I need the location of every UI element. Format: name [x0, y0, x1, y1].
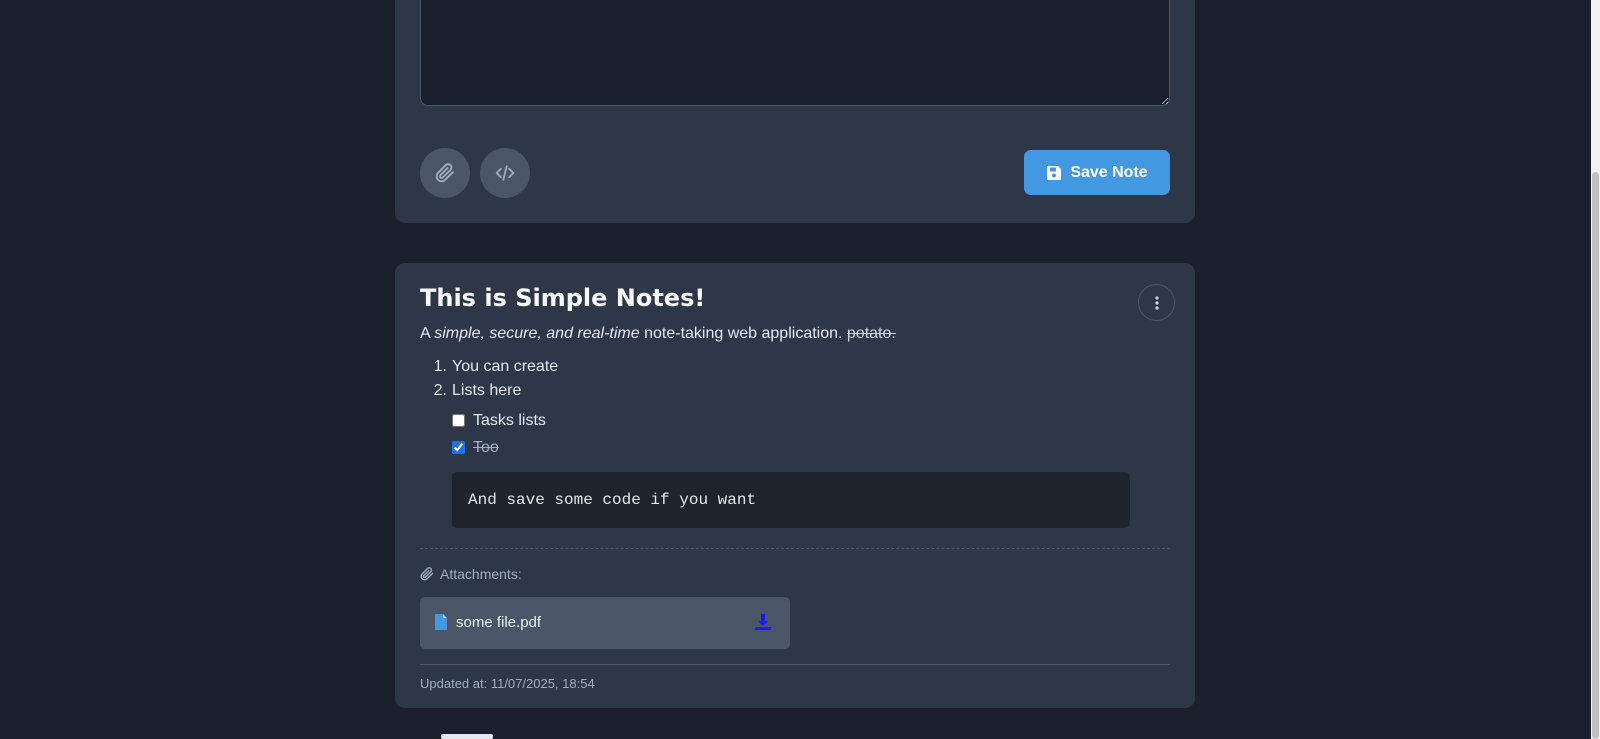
list-number: 2. — [433, 382, 447, 399]
ordered-list: 1. You can create 2. Lists here — [420, 355, 559, 403]
attachment-item[interactable]: some file.pdf — [420, 597, 790, 649]
floppy-disk-icon — [1047, 165, 1062, 180]
save-note-button[interactable]: Save Note — [1024, 150, 1170, 195]
task-checkbox[interactable] — [452, 441, 465, 454]
insert-code-button[interactable] — [480, 148, 530, 198]
note-composer: Save Note — [395, 0, 1195, 223]
paperclip-icon — [420, 567, 434, 581]
save-note-label: Save Note — [1070, 163, 1148, 181]
intro-strike: potato. — [846, 325, 896, 342]
list-text: You can create — [452, 358, 559, 375]
attachments-header: Attachments: — [420, 566, 522, 582]
task-text: Tasks lists — [473, 412, 546, 429]
page: Save Note This is Simple Notes! A simple… — [0, 0, 1600, 739]
task-item: Tasks lists — [452, 407, 546, 434]
attachment-filename: some file.pdf — [456, 614, 542, 631]
updated-timestamp: Updated at: 11/07/2025, 18:54 — [420, 676, 595, 691]
kebab-menu-icon — [1154, 295, 1159, 310]
code-block: And save some code if you want — [452, 472, 1130, 528]
attachments-label: Attachments: — [440, 566, 522, 582]
note-card: This is Simple Notes! A simple, secure, … — [395, 263, 1195, 708]
note-textarea[interactable] — [420, 0, 1170, 106]
file-icon — [435, 614, 447, 630]
list-item: 2. Lists here — [420, 379, 558, 403]
scrollbar-thumb[interactable] — [1592, 172, 1599, 739]
task-list: Tasks lists Too — [452, 407, 546, 461]
footer-divider — [420, 664, 1170, 665]
intro-middle: note-taking web application. — [639, 325, 847, 342]
note-title: This is Simple Notes! — [420, 284, 706, 312]
list-number: 1. — [433, 358, 447, 375]
paperclip-icon — [435, 163, 454, 183]
page-scrollbar[interactable] — [1591, 0, 1600, 739]
task-checkbox[interactable] — [452, 414, 465, 427]
task-item: Too — [452, 434, 546, 461]
note-menu-button[interactable] — [1138, 284, 1175, 321]
attachments-divider — [420, 548, 1170, 549]
attach-file-button[interactable] — [420, 148, 470, 198]
list-item: 1. You can create — [420, 355, 559, 379]
intro-prefix: A — [420, 325, 435, 342]
code-icon — [495, 165, 515, 181]
intro-italic: simple, secure, and real-time — [434, 325, 640, 342]
download-icon[interactable] — [754, 613, 772, 631]
partial-element — [441, 734, 493, 739]
note-intro: A simple, secure, and real-time note-tak… — [420, 325, 896, 343]
task-text: Too — [473, 439, 499, 456]
list-text: Lists here — [452, 382, 522, 399]
